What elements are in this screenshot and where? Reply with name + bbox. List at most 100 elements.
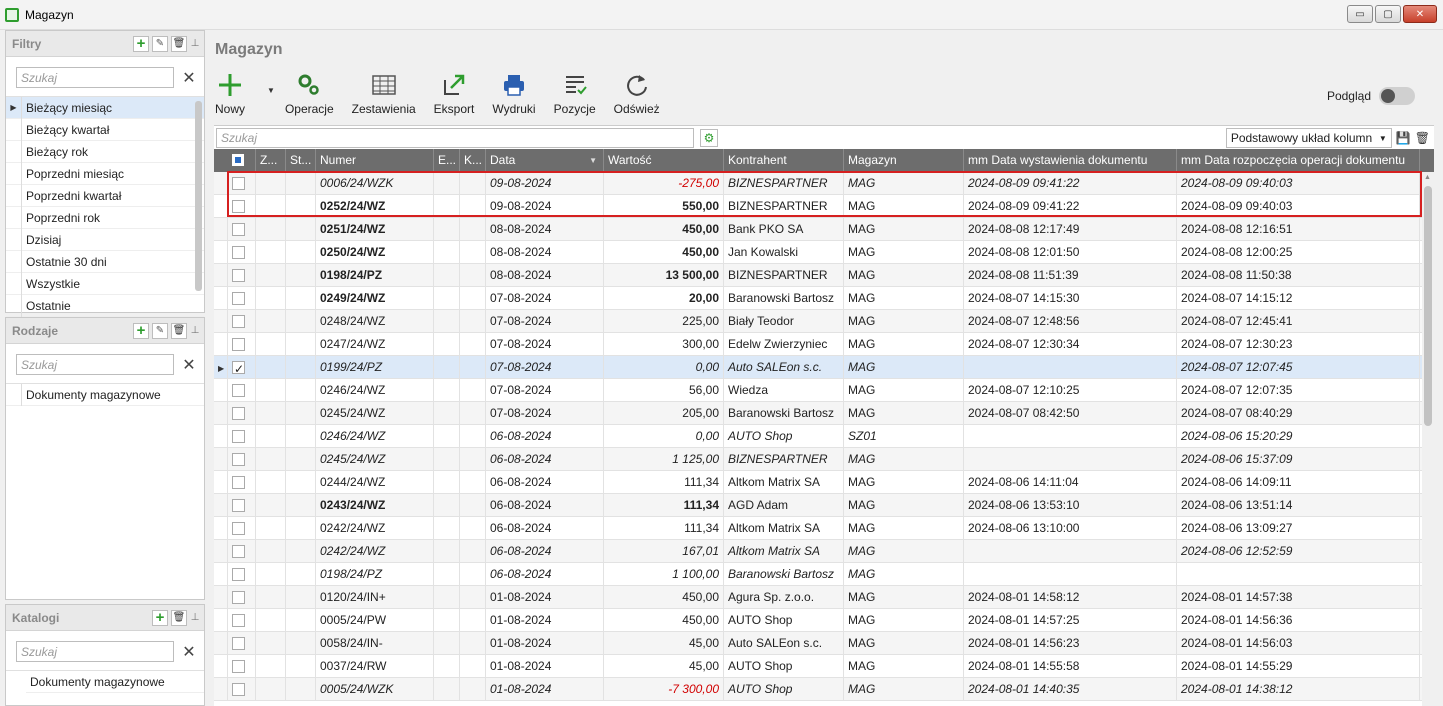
row-checkbox[interactable] [228, 333, 256, 356]
search-settings-icon[interactable]: ⚙ [700, 128, 718, 147]
filters-search-input[interactable] [16, 67, 174, 88]
row-checkbox[interactable] [228, 402, 256, 425]
clear-search-icon[interactable]: ✕ [180, 68, 198, 88]
table-row[interactable]: 0246/24/WZ 06-08-2024 0,00 AUTO Shop SZ01 202… [214, 425, 1422, 448]
table-row[interactable]: 0249/24/WZ 07-08-2024 20,00 Baranowski Bart… [214, 287, 1422, 310]
row-checkbox[interactable] [228, 218, 256, 241]
table-row[interactable]: 0006/24/WZK 09-08-2024 -275,00 BIZNESPARTNE… [214, 172, 1422, 195]
header-start-date[interactable]: mm Data rozpoczęcia operacji dokumentu [1177, 149, 1420, 172]
table-row[interactable]: 0243/24/WZ 06-08-2024 111,34 AGD Adam MAG 202… [214, 494, 1422, 517]
row-checkbox[interactable] [228, 264, 256, 287]
table-row[interactable]: 0245/24/WZ 06-08-2024 1 125,00 BIZNESPARTNE… [214, 448, 1422, 471]
table-row[interactable]: 0245/24/WZ 07-08-2024 205,00 Baranowski Bar… [214, 402, 1422, 425]
edit-kind-button[interactable]: ✎ [152, 322, 168, 339]
list-item[interactable]: Dokumenty magazynowe [6, 383, 204, 406]
filters-scrollbar[interactable] [195, 101, 202, 291]
table-row[interactable]: 0247/24/WZ 07-08-2024 300,00 Edelw Zwierzyn… [214, 333, 1422, 356]
operations-button[interactable]: Operacje [285, 70, 334, 120]
minimize-button[interactable]: ▭ [1347, 5, 1373, 23]
list-item[interactable]: Poprzedni kwartał [6, 184, 204, 207]
header-wartosc[interactable]: Wartość [604, 149, 724, 172]
table-row[interactable]: 0058/24/IN- 01-08-2024 45,00 Auto SALEon s.… [214, 632, 1422, 655]
add-filter-button[interactable]: + [133, 35, 149, 52]
table-row[interactable]: 0005/24/WZK 01-08-2024 -7 300,00 AUTO Shop M… [214, 678, 1422, 701]
table-row[interactable]: 0198/24/PZ 08-08-2024 13 500,00 BIZNESPARTN… [214, 264, 1422, 287]
table-row[interactable]: 0248/24/WZ 07-08-2024 225,00 Biały Teodor MA… [214, 310, 1422, 333]
header-numer[interactable]: Numer [316, 149, 434, 172]
add-kind-button[interactable]: + [133, 322, 149, 339]
delete-kind-button[interactable]: 🗑 [171, 322, 187, 339]
table-row[interactable]: 0244/24/WZ 06-08-2024 111,34 Altkom Matrix … [214, 471, 1422, 494]
list-item[interactable]: Ostatnie [6, 294, 204, 317]
header-z[interactable]: Z... [256, 149, 286, 172]
row-checkbox[interactable] [228, 494, 256, 517]
pin-icon[interactable]: ⊥ [190, 325, 200, 336]
row-checkbox[interactable] [228, 356, 256, 379]
table-row[interactable]: 0005/24/PW 01-08-2024 450,00 AUTO Shop MAG 20… [214, 609, 1422, 632]
row-checkbox[interactable] [228, 172, 256, 195]
row-checkbox[interactable] [228, 540, 256, 563]
new-dropdown-arrow-icon[interactable]: ▼ [267, 86, 275, 120]
edit-filter-button[interactable]: ✎ [152, 35, 168, 52]
header-issued-date[interactable]: mm Data wystawienia dokumentu [964, 149, 1177, 172]
add-catalog-button[interactable]: + [152, 609, 168, 626]
kinds-search-input[interactable] [16, 354, 174, 375]
row-checkbox[interactable] [228, 287, 256, 310]
statements-button[interactable]: Zestawienia [352, 70, 416, 120]
positions-button[interactable]: Pozycje [554, 70, 596, 120]
row-checkbox[interactable] [228, 678, 256, 701]
list-item[interactable]: Bieżący kwartał [6, 118, 204, 141]
clear-search-icon[interactable]: ✕ [180, 355, 198, 375]
preview-toggle[interactable] [1379, 87, 1415, 105]
row-checkbox[interactable] [228, 310, 256, 333]
delete-layout-icon[interactable]: 🗑 [1415, 131, 1430, 145]
prints-button[interactable]: Wydruki [492, 70, 536, 120]
header-magazyn[interactable]: Magazyn [844, 149, 964, 172]
row-checkbox[interactable] [228, 609, 256, 632]
row-checkbox[interactable] [228, 448, 256, 471]
catalogs-search-input[interactable] [16, 641, 174, 662]
table-row[interactable]: 0198/24/PZ 06-08-2024 1 100,00 Baranowski B… [214, 563, 1422, 586]
grid-scroll-thumb[interactable] [1424, 186, 1432, 426]
save-layout-icon[interactable]: 💾 [1396, 131, 1411, 145]
list-item[interactable]: Dokumenty magazynowe [26, 671, 204, 693]
table-row[interactable]: 0120/24/IN+ 01-08-2024 450,00 Agura Sp. z.o… [214, 586, 1422, 609]
table-row[interactable]: ▶ 0199/24/PZ 07-08-20240,00Auto SALEon s.c… [214, 356, 1422, 379]
list-item[interactable]: Bieżący rok [6, 140, 204, 163]
table-row[interactable]: 0037/24/RW 01-08-2024 45,00 AUTO Shop MAG 202… [214, 655, 1422, 678]
select-all-checkbox[interactable] [228, 149, 256, 172]
list-item[interactable]: ▶ Bieżący miesiąc [6, 96, 204, 119]
row-checkbox[interactable] [228, 425, 256, 448]
clear-search-icon[interactable]: ✕ [180, 642, 198, 662]
table-row[interactable]: 0252/24/WZ 09-08-2024 550,00 BIZNESPARTNER M… [214, 195, 1422, 218]
table-row[interactable]: 0242/24/WZ 06-08-2024 111,34 Altkom Matrix … [214, 517, 1422, 540]
row-checkbox[interactable] [228, 632, 256, 655]
row-checkbox[interactable] [228, 563, 256, 586]
close-button[interactable]: ✕ [1403, 5, 1437, 23]
row-checkbox[interactable] [228, 241, 256, 264]
pin-icon[interactable]: ⊥ [190, 38, 200, 49]
header-e[interactable]: E... [434, 149, 460, 172]
table-row[interactable]: 0246/24/WZ 07-08-2024 56,00 Wiedza MAG 2024-0… [214, 379, 1422, 402]
column-layout-select[interactable]: Podstawowy układ kolumn ▼ [1225, 128, 1392, 148]
maximize-button[interactable]: ▢ [1375, 5, 1401, 23]
row-checkbox[interactable] [228, 586, 256, 609]
list-item[interactable]: Poprzedni miesiąc [6, 162, 204, 185]
row-checkbox[interactable] [228, 379, 256, 402]
header-st[interactable]: St... [286, 149, 316, 172]
new-button[interactable]: Nowy [215, 70, 245, 120]
grid-search-input[interactable] [216, 127, 694, 148]
header-k[interactable]: K... [460, 149, 486, 172]
row-checkbox[interactable] [228, 471, 256, 494]
row-checkbox[interactable] [228, 655, 256, 678]
delete-catalog-button[interactable]: 🗑 [171, 609, 187, 626]
delete-filter-button[interactable]: 🗑 [171, 35, 187, 52]
row-checkbox[interactable] [228, 517, 256, 540]
scroll-up-icon[interactable]: ▲ [1424, 174, 1431, 181]
pin-icon[interactable]: ⊥ [190, 612, 200, 623]
list-item[interactable]: Poprzedni rok [6, 206, 204, 229]
export-button[interactable]: Eksport [434, 70, 474, 120]
list-item[interactable]: Wszystkie [6, 272, 204, 295]
table-row[interactable]: 0250/24/WZ 08-08-2024 450,00 Jan Kowalski MA… [214, 241, 1422, 264]
header-kontrahent[interactable]: Kontrahent [724, 149, 844, 172]
